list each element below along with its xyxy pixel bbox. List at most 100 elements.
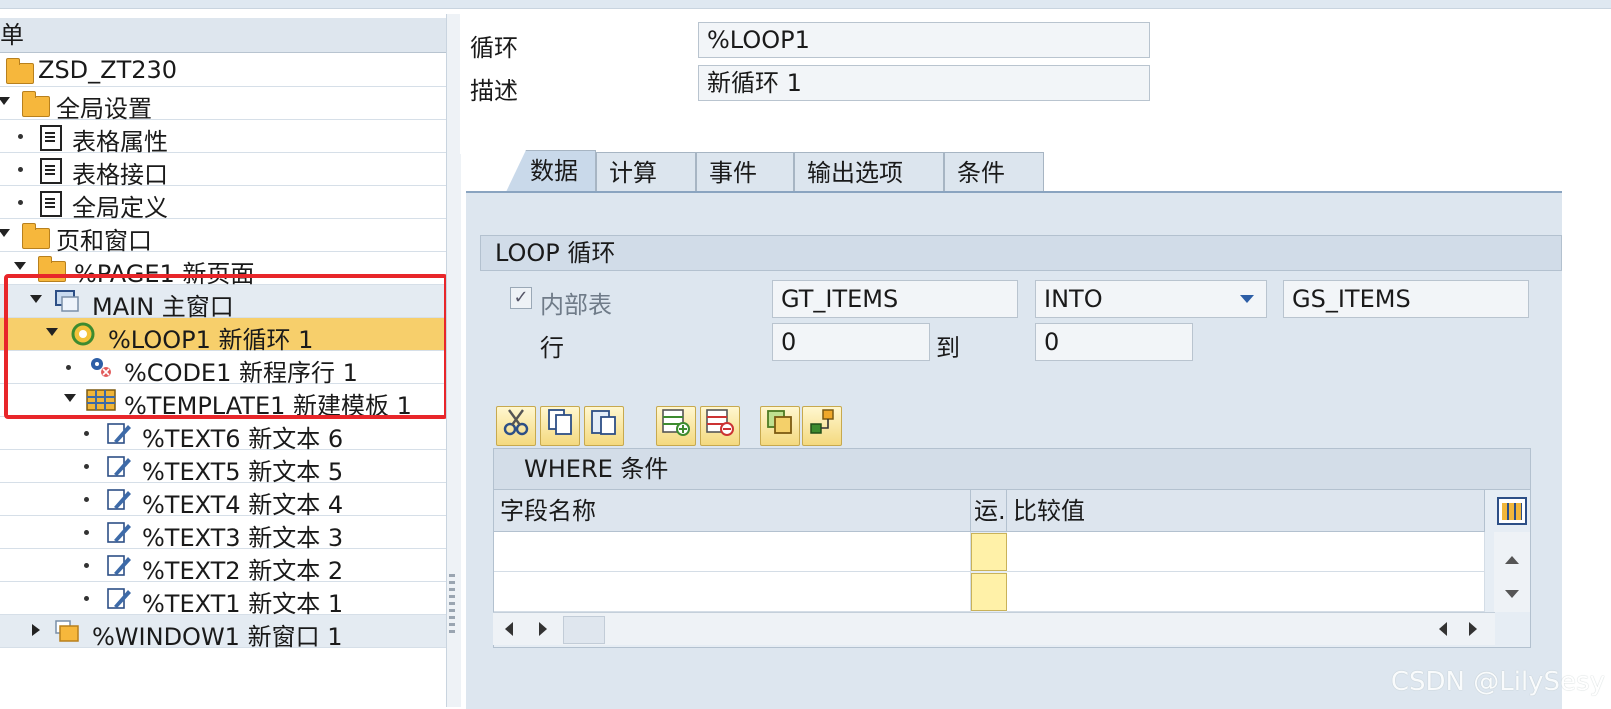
tree-node-text1[interactable]: %TEXT1 新文本 1 <box>0 582 446 618</box>
column-header-field-name[interactable]: 字段名称 <box>494 490 971 532</box>
bullet-icon <box>18 167 23 172</box>
cut-icon <box>503 409 529 436</box>
into-dropdown-value: INTO <box>1044 285 1103 313</box>
row-to-field[interactable]: 0 <box>1035 323 1193 361</box>
column-header-operator[interactable]: 运. <box>971 490 1007 532</box>
column-settings-icon[interactable] <box>1497 497 1527 525</box>
description-label: 描述 <box>470 77 518 105</box>
expand-arrow-icon[interactable] <box>46 328 58 336</box>
copy-icon <box>548 409 572 435</box>
scroll-up-icon[interactable] <box>1505 556 1519 564</box>
tree-node-label: %TEMPLATE1 新建模板 1 <box>124 392 412 420</box>
tree-node-label: %TEXT1 新文本 1 <box>142 590 344 618</box>
delete-row-button[interactable] <box>700 406 740 446</box>
tree-node-form[interactable]: ZSD_ZT230 <box>0 54 446 87</box>
tree-node-label: %CODE1 新程序行 1 <box>124 359 358 387</box>
loop-name-field[interactable]: %LOOP1 <box>698 22 1150 58</box>
tab-events[interactable]: 事件 <box>696 152 794 192</box>
expand-arrow-icon[interactable] <box>0 229 10 237</box>
tree-node-global-definitions[interactable]: 全局定义 <box>0 186 446 222</box>
work-area-field[interactable]: GS_ITEMS <box>1283 280 1529 318</box>
folder-open-icon <box>22 91 50 117</box>
watermark: CSDN @LilySesy <box>1390 667 1605 697</box>
internal-table-checkbox[interactable]: ✓ <box>510 287 532 309</box>
cut-button[interactable] <box>496 406 536 446</box>
window-top-bar <box>0 0 1611 9</box>
tab-conditions[interactable]: 条件 <box>944 152 1044 192</box>
tree-node-form-attributes[interactable]: 表格属性 <box>0 120 446 156</box>
template-grid-icon <box>86 388 116 412</box>
window-icon <box>54 289 80 313</box>
loop-icon <box>70 322 96 346</box>
expand-arrow-icon[interactable] <box>30 295 42 303</box>
text-pencil-icon <box>106 586 132 610</box>
splitter-grip-icon[interactable] <box>449 574 455 634</box>
description-field[interactable]: 新循环 1 <box>698 65 1150 101</box>
tree-node-label: 全局设置 <box>56 95 152 123</box>
expand-arrow-icon[interactable] <box>64 394 76 402</box>
tree-node-main-window[interactable]: MAIN 主窗口 <box>0 285 446 321</box>
tree-node-template1[interactable]: %TEMPLATE1 新建模板 1 <box>0 384 446 420</box>
scroll-down-icon[interactable] <box>1505 590 1519 598</box>
paste-button[interactable] <box>584 406 624 446</box>
field-name-cell[interactable] <box>494 532 971 572</box>
document-icon <box>40 158 62 184</box>
internal-table-field[interactable]: GT_ITEMS <box>772 280 1018 318</box>
column-header-compare-value[interactable]: 比较值 <box>1007 490 1485 532</box>
text-pencil-icon <box>106 421 132 445</box>
tab-data[interactable]: 数据 <box>506 150 596 192</box>
operator-cell[interactable] <box>971 573 1007 611</box>
internal-table-label: 内部表 <box>540 291 612 319</box>
tree-node-code1[interactable]: %CODE1 新程序行 1 <box>0 351 446 387</box>
scroll-right-icon[interactable] <box>539 622 547 636</box>
tab-output-options[interactable]: 输出选项 <box>794 152 944 192</box>
tree-node-pages-windows[interactable]: 页和窗口 <box>0 219 446 255</box>
into-dropdown[interactable]: INTO <box>1035 280 1267 318</box>
loop-group-title: LOOP 循环 <box>480 235 1562 271</box>
tree-node-text4[interactable]: %TEXT4 新文本 4 <box>0 483 446 519</box>
bullet-icon <box>18 134 23 139</box>
bullet-icon <box>84 530 89 535</box>
copy-rows-button[interactable] <box>760 406 800 446</box>
tree-node-text5[interactable]: %TEXT5 新文本 5 <box>0 450 446 486</box>
row-from-field[interactable]: 0 <box>772 323 930 361</box>
paste-icon <box>591 410 616 435</box>
tab-strip: 数据 计算 事件 输出选项 条件 <box>466 150 1562 192</box>
field-name-cell[interactable] <box>494 572 971 612</box>
tree-node-label: %TEXT3 新文本 3 <box>142 524 344 552</box>
operator-cell[interactable] <box>971 533 1007 571</box>
bullet-icon <box>84 464 89 469</box>
compare-value-cell[interactable] <box>1007 532 1485 572</box>
tree-node-window1[interactable]: %WINDOW1 新窗口 1 <box>0 615 446 651</box>
compare-value-cell[interactable] <box>1007 572 1485 612</box>
tree-node-text3[interactable]: %TEXT3 新文本 3 <box>0 516 446 552</box>
expand-arrow-icon[interactable] <box>0 97 10 105</box>
bullet-icon <box>84 497 89 502</box>
tree-node-loop1[interactable]: %LOOP1 新循环 1 <box>0 318 446 354</box>
tree-node-page1[interactable]: %PAGE1 新页面 <box>0 252 446 288</box>
tree-node-label: %WINDOW1 新窗口 1 <box>92 623 343 651</box>
vertical-scrollbar[interactable] <box>1494 532 1530 612</box>
collapse-arrow-icon[interactable] <box>32 624 40 636</box>
tab-label: 数据 <box>530 157 578 185</box>
horizontal-scrollbar[interactable] <box>493 612 1495 645</box>
insert-row-button[interactable] <box>656 406 696 446</box>
hierarchy-button[interactable] <box>802 406 842 446</box>
tree-node-text6[interactable]: %TEXT6 新文本 6 <box>0 417 446 453</box>
scroll-thumb[interactable] <box>563 616 605 644</box>
scroll-page-left-icon[interactable] <box>1439 622 1447 636</box>
dropdown-arrow-icon[interactable] <box>1240 295 1254 303</box>
scroll-page-right-icon[interactable] <box>1469 622 1477 636</box>
tree-node-global-settings[interactable]: 全局设置 <box>0 87 446 123</box>
tree-node-text2[interactable]: %TEXT2 新文本 2 <box>0 549 446 585</box>
expand-arrow-icon[interactable] <box>14 262 26 270</box>
bullet-icon <box>84 563 89 568</box>
tree-node-label: 表格接口 <box>72 161 168 189</box>
tree-node-label: %LOOP1 新循环 1 <box>108 326 314 354</box>
copy-button[interactable] <box>540 406 580 446</box>
scroll-left-icon[interactable] <box>505 622 513 636</box>
text-pencil-icon <box>106 454 132 478</box>
tab-calculation[interactable]: 计算 <box>596 152 696 192</box>
tree-node-label: 表格属性 <box>72 128 168 156</box>
tree-node-form-interface[interactable]: 表格接口 <box>0 153 446 189</box>
